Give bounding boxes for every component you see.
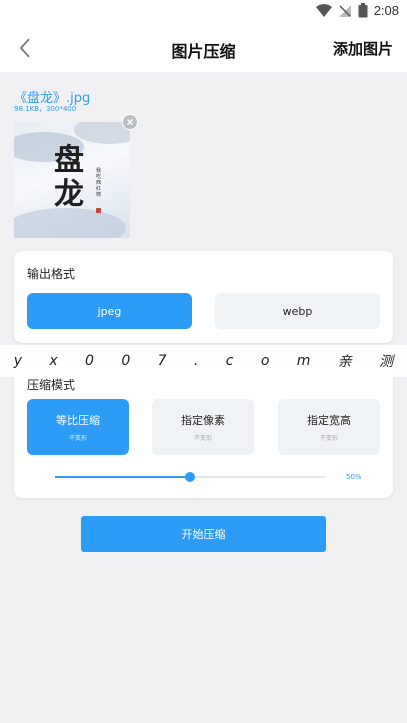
watermark-char: y (13, 353, 22, 369)
app-bar: 图片压缩 添加图片 (0, 24, 407, 72)
quality-value: 50% (346, 473, 362, 481)
compress-mode-title: 压缩模式 (27, 378, 76, 392)
watermark-char: c (225, 353, 234, 369)
mode-label: 指定宽高 (307, 414, 351, 427)
file-meta: 98.1KB，300*400 (14, 105, 77, 113)
watermark-char: . (193, 353, 199, 369)
mode-pixel-button[interactable]: 指定像素 不变形 (152, 399, 254, 455)
watermark-char: 测 (379, 354, 394, 370)
thumbnail-cloud (74, 122, 130, 144)
watermark-char: m (296, 353, 311, 369)
status-bar: 2:08 (0, 0, 407, 24)
mode-size-button[interactable]: 指定宽高 不变形 (278, 399, 380, 455)
watermark-char: o (260, 353, 270, 369)
status-icons: 2:08 (315, 3, 399, 18)
cover-seal-icon (96, 208, 101, 213)
watermark-char: x (49, 353, 58, 369)
mode-label: 等比压缩 (56, 414, 100, 427)
add-image-button[interactable]: 添加图片 (333, 38, 393, 59)
output-format-title: 输出格式 (27, 267, 76, 281)
signal-off-icon (338, 4, 351, 17)
cover-title: 盘龙 (54, 143, 84, 212)
thumbnail-cloud (14, 208, 126, 238)
cover-author: 我吃西红柿 (96, 168, 102, 198)
quality-slider-fill (55, 476, 190, 478)
quality-slider-handle[interactable] (185, 472, 195, 482)
watermark-char: 亲 (337, 354, 352, 370)
mode-sub: 不变形 (319, 435, 338, 442)
output-format-card: 输出格式 jpeg webp (14, 251, 393, 343)
watermark-char: 7 (157, 353, 167, 369)
format-webp-button[interactable]: webp (215, 293, 380, 329)
mode-label: 指定像素 (181, 414, 225, 427)
mode-proportional-button[interactable]: 等比压缩 不变形 (27, 399, 129, 455)
battery-icon (358, 3, 368, 18)
watermark-char: 0 (85, 353, 94, 369)
quality-slider[interactable] (55, 472, 325, 482)
watermark-char: 0 (121, 353, 131, 369)
wifi-icon (315, 3, 332, 17)
image-thumbnail[interactable]: 盘龙 我吃西红柿 (14, 122, 130, 238)
mode-sub: 不变形 (68, 435, 87, 442)
start-compress-button[interactable]: 开始压缩 (81, 516, 326, 552)
mode-sub: 不变形 (193, 435, 212, 442)
format-jpeg-button[interactable]: jpeg (27, 293, 192, 329)
status-time: 2:08 (373, 3, 399, 18)
compress-mode-card: 压缩模式 等比压缩 不变形 指定像素 不变形 指定宽高 不变形 50% (14, 362, 393, 498)
remove-image-icon[interactable] (122, 114, 138, 130)
watermark-overlay: y x 0 0 7. c o m 亲 测 (0, 345, 407, 377)
